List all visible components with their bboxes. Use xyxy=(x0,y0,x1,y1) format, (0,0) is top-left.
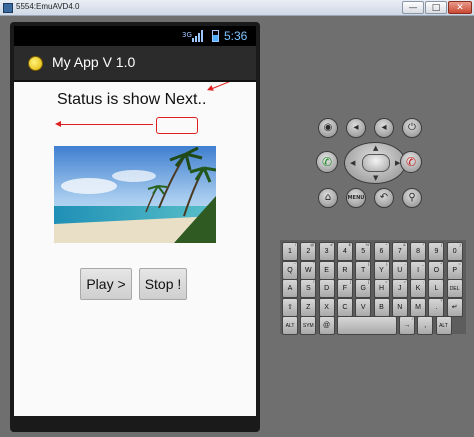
signal-icon xyxy=(192,30,206,42)
camera-icon[interactable]: ◉ xyxy=(318,118,338,138)
key-I[interactable]: I _ xyxy=(410,260,427,280)
key-@[interactable]: @ xyxy=(318,316,335,335)
key-8[interactable]: 8 * xyxy=(410,242,427,261)
key-L[interactable]: L: xyxy=(428,279,445,298)
key-B[interactable]: B xyxy=(373,297,390,317)
close-button[interactable]: ✕ xyxy=(448,1,472,14)
annotation-box xyxy=(156,117,198,134)
window-title: 5554:EmuAVD4.0 xyxy=(16,2,80,11)
clock: 5:36 xyxy=(224,29,248,43)
window-titlebar: 5554:EmuAVD4.0 — □ ✕ xyxy=(0,0,474,16)
status-bar: 3G 5:36 xyxy=(14,26,256,46)
annotation-arrow-icon xyxy=(209,82,231,90)
key-G[interactable]: G] xyxy=(355,279,372,298)
key-R[interactable]: R xyxy=(336,260,353,280)
key-space[interactable] xyxy=(336,316,397,335)
dpad-left-icon[interactable]: ◀ xyxy=(350,159,355,167)
maximize-button[interactable]: □ xyxy=(425,1,447,14)
key-DEL[interactable]: DEL xyxy=(446,279,463,298)
dpad-center-button[interactable] xyxy=(362,154,390,172)
key-Q[interactable]: Q ~ xyxy=(282,260,298,280)
network-type: 3G xyxy=(182,31,192,39)
key-K[interactable]: K; xyxy=(410,279,427,298)
key-5[interactable]: 5% xyxy=(355,242,372,261)
minimize-button[interactable]: — xyxy=(402,1,424,14)
key-9[interactable]: 9( xyxy=(428,242,445,261)
play-button[interactable]: Play > xyxy=(80,268,132,300)
key-⇧[interactable]: ⇧ xyxy=(282,297,298,317)
call-icon[interactable]: ✆ xyxy=(316,151,338,173)
key-P[interactable]: P = xyxy=(446,260,463,280)
key-→[interactable]: → / xyxy=(398,316,415,335)
key-F[interactable]: F[ xyxy=(336,279,353,298)
hardware-keyboard: 1! 2 @3 #4 $5% 6 ^ 7 & 8 * 9(0) Q ~ W " E R T{Y} U - I _ O + P = A S… xyxy=(280,240,466,335)
key-U[interactable]: U- xyxy=(391,260,408,280)
menu-button[interactable]: MENU xyxy=(346,188,366,208)
key-6[interactable]: 6 ^ xyxy=(373,242,390,261)
key-A[interactable]: A xyxy=(282,279,298,298)
key-↵[interactable]: ↵ xyxy=(446,297,463,317)
app-logo-icon xyxy=(28,56,43,71)
end-call-icon[interactable]: ✆ xyxy=(400,151,422,173)
key-ALT[interactable]: ALT xyxy=(282,316,298,335)
key-O[interactable]: O + xyxy=(428,260,445,280)
key-M[interactable]: M xyxy=(410,297,427,317)
key-N[interactable]: N xyxy=(391,297,408,317)
dpad-down-icon[interactable]: ▼ xyxy=(373,174,378,182)
key-T[interactable]: T{ xyxy=(355,260,372,280)
key-,[interactable]: , xyxy=(417,316,434,335)
key-.[interactable]: .? xyxy=(428,297,445,317)
app-content: Status is show Next.. Play > Stop ! xyxy=(14,82,256,416)
emulator-app-icon xyxy=(3,3,13,13)
key-7[interactable]: 7 & xyxy=(391,242,408,261)
key-W[interactable]: W " xyxy=(300,260,317,280)
volume-down-icon[interactable]: ◂ xyxy=(346,118,366,138)
volume-up-icon[interactable]: ◂ xyxy=(374,118,394,138)
key-SYM[interactable]: SYM xyxy=(300,316,317,335)
key-C[interactable]: C xyxy=(336,297,353,317)
key-Y[interactable]: Y} xyxy=(373,260,390,280)
key-D[interactable]: D xyxy=(318,279,335,298)
beach-photo-icon xyxy=(54,146,216,243)
dpad[interactable]: ▲ ▼ ◀ ▶ xyxy=(344,142,406,184)
key-1[interactable]: 1! xyxy=(282,242,298,261)
status-text: Status is show Next.. xyxy=(57,91,207,108)
key-X[interactable]: X xyxy=(318,297,335,317)
key-ALT[interactable]: ALT xyxy=(435,316,452,335)
battery-icon xyxy=(212,30,219,42)
key-2[interactable]: 2 @ xyxy=(300,242,317,261)
key-E[interactable]: E xyxy=(318,260,335,280)
search-icon[interactable]: ⚲ xyxy=(402,188,422,208)
key-4[interactable]: 4 $ xyxy=(336,242,353,261)
action-bar: My App V 1.0 xyxy=(14,46,256,82)
app-title: My App V 1.0 xyxy=(52,54,136,70)
key-3[interactable]: 3 # xyxy=(318,242,335,261)
emulator-window: 5554:EmuAVD4.0 — □ ✕ 3G 5:36 My App V 1.… xyxy=(0,0,474,437)
key-H[interactable]: H < xyxy=(373,279,390,298)
stop-button[interactable]: Stop ! xyxy=(139,268,187,300)
key-0[interactable]: 0) xyxy=(446,242,463,261)
key-J[interactable]: J > xyxy=(391,279,408,298)
beach-image xyxy=(54,146,216,243)
key-Z[interactable]: Z xyxy=(300,297,317,317)
device-bezel xyxy=(14,416,256,428)
key-S[interactable]: S \ xyxy=(300,279,317,298)
power-icon[interactable]: ⏻ xyxy=(402,118,422,138)
key-V[interactable]: V xyxy=(355,297,372,317)
home-icon[interactable]: ⌂ xyxy=(318,188,338,208)
back-icon[interactable]: ↶ xyxy=(374,188,394,208)
dpad-up-icon[interactable]: ▲ xyxy=(373,144,378,152)
annotation-arrow-icon xyxy=(55,121,153,127)
